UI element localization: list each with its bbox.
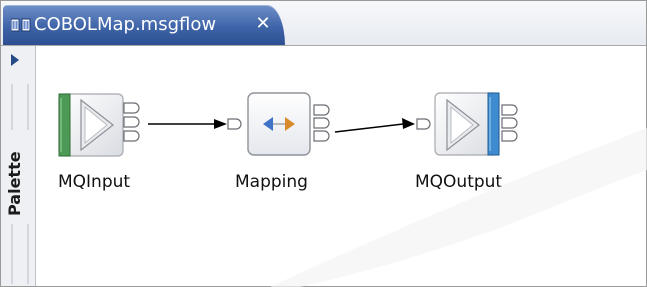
palette-panel[interactable]: Palette [1,46,36,286]
palette-label: Palette [5,151,24,216]
editor-tab-bar: COBOLMap.msgflow ✕ [1,1,646,46]
mq-input-node-icon [58,93,124,157]
mq-output-node-label: MQOutput [415,172,503,192]
expand-arrow-icon[interactable] [11,54,19,66]
mq-input-node[interactable] [58,93,140,157]
output-terminals[interactable] [313,104,330,142]
tab-title: COBOLMap.msgflow [34,14,217,35]
close-tab-button[interactable]: ✕ [254,13,272,35]
flow-canvas[interactable]: MQInput Mapping MQOutput [36,46,646,286]
mq-output-node[interactable] [416,92,518,156]
mapping-node-icon [247,92,311,156]
tab-cobolmap-msgflow[interactable]: COBOLMap.msgflow ✕ [3,5,285,45]
input-terminal[interactable] [227,118,242,130]
mq-output-node-icon [434,92,500,156]
message-flow-icon [11,18,31,32]
palette-grip-top[interactable] [11,84,29,130]
output-terminals[interactable] [123,102,140,142]
connection-mqinput-to-mapping[interactable] [148,119,227,129]
flow-diagram [58,92,518,157]
mapping-node-label: Mapping [235,172,308,192]
editor-window: COBOLMap.msgflow ✕ Palette MQInput Mappi… [0,0,647,287]
mapping-node[interactable] [227,92,330,156]
connection-mapping-to-mqoutput[interactable] [334,118,415,133]
output-terminals[interactable] [501,104,518,142]
input-terminal[interactable] [416,118,431,130]
palette-grip-bottom[interactable] [11,224,29,284]
mq-input-node-label: MQInput [58,172,131,192]
